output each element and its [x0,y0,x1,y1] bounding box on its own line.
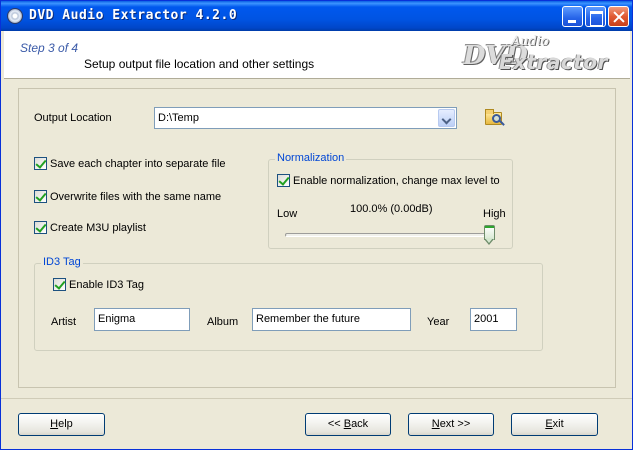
back-button[interactable]: << Back [305,413,391,436]
exit-button[interactable]: Exit [511,413,598,436]
artist-label: Artist [51,316,77,328]
normalization-label: Enable normalization, change max level t… [293,174,500,187]
output-location-label: Output Location [34,112,112,124]
normalization-checkbox[interactable]: Enable normalization, change max level t… [277,174,500,187]
save-each-chapter-checkbox[interactable]: Save each chapter into separate file [34,157,226,170]
main-window: DVD Audio Extractor 4.2.0 Step 3 of 4 Se… [0,0,633,450]
m3u-label: Create M3U playlist [50,221,146,234]
level-slider-thumb[interactable] [484,225,495,246]
album-input[interactable]: Remember the future [252,308,411,331]
step-description: Setup output file location and other set… [84,57,315,71]
minimize-button[interactable] [562,6,583,27]
output-location-combo[interactable]: D:\Temp [154,107,457,129]
high-label: High [483,208,506,220]
overwrite-label: Overwrite files with the same name [50,190,222,203]
help-button[interactable]: Help [18,413,105,436]
logo-extractor: Extractor [499,50,609,74]
maximize-button[interactable] [585,6,606,27]
id3-title: ID3 Tag [41,256,83,268]
logo-audio: Audio [511,34,550,49]
year-label: Year [427,316,450,328]
chevron-down-icon[interactable] [438,109,455,127]
low-label: Low [277,208,298,220]
next-button[interactable]: Next >> [408,413,494,436]
m3u-checkbox[interactable]: Create M3U playlist [34,221,146,234]
id3-group: ID3 Tag Enable ID3 Tag Artist Enigma Alb… [34,256,543,351]
checkbox-checked-icon[interactable] [34,190,47,203]
artist-input[interactable]: Enigma [94,308,190,331]
normalization-group: Normalization Enable normalization, chan… [268,152,513,249]
checkbox-checked-icon[interactable] [34,221,47,234]
wizard-header: Step 3 of 4 Setup output file location a… [4,31,630,79]
checkbox-checked-icon[interactable] [34,157,47,170]
level-slider-track[interactable] [285,233,495,237]
overwrite-checkbox[interactable]: Overwrite files with the same name [34,190,221,203]
browse-folder-button[interactable] [484,107,506,129]
level-readout: 100.0% (0.00dB) [350,203,433,215]
step-indicator: Step 3 of 4 [20,41,79,55]
app-logo: DVD Audio Extractor [459,34,619,75]
disc-icon [7,8,23,24]
settings-panel: Output Location D:\Temp Save each chapte… [18,88,616,388]
window-title: DVD Audio Extractor 4.2.0 [29,8,238,23]
checkbox-checked-icon[interactable] [53,278,66,291]
id3-checkbox[interactable]: Enable ID3 Tag [53,278,144,291]
close-button[interactable] [608,6,629,27]
id3-label: Enable ID3 Tag [69,278,145,291]
output-location-value: D:\Temp [158,112,199,124]
checkbox-checked-icon[interactable] [277,174,290,187]
year-input[interactable]: 2001 [470,308,517,331]
title-bar[interactable]: DVD Audio Extractor 4.2.0 [1,1,632,31]
save-each-chapter-label: Save each chapter into separate file [50,157,226,170]
footer-divider [1,398,632,399]
album-label: Album [207,316,239,328]
normalization-title: Normalization [275,152,347,164]
